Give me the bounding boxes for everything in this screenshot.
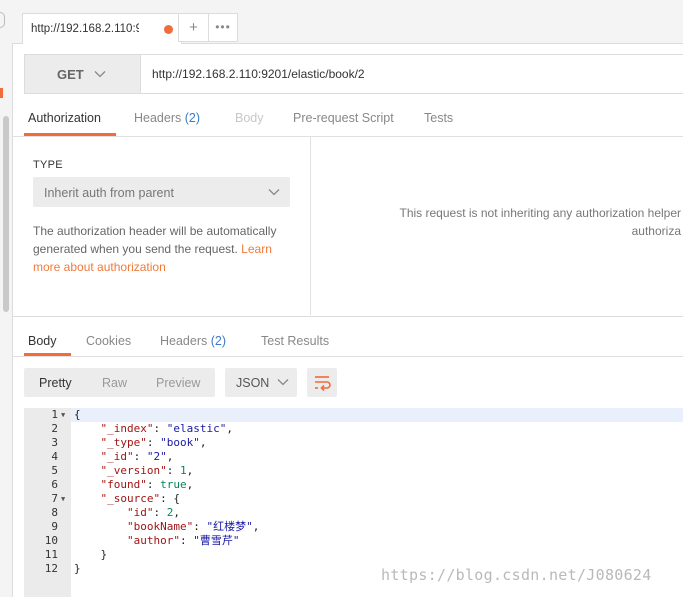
tab-prerequest-script[interactable]: Pre-request Script <box>293 111 394 125</box>
line-number: 12 <box>44 562 58 575</box>
scrollbar[interactable] <box>3 116 9 312</box>
pretty-button[interactable]: Pretty <box>39 376 72 390</box>
wrap-lines-button[interactable] <box>307 368 337 397</box>
wrap-lines-icon <box>315 376 331 392</box>
auth-description-text: The authorization header will be automat… <box>33 224 277 256</box>
code-line: } <box>74 562 81 575</box>
tab-headers-count: (2) <box>184 111 201 125</box>
tab-authorization[interactable]: Authorization <box>28 111 101 125</box>
fold-toggle-icon[interactable]: ▼ <box>61 492 69 506</box>
code-line: } <box>74 548 108 561</box>
chevron-down-icon <box>268 189 280 196</box>
code-line: "bookName": "红楼梦", <box>126 520 260 533</box>
auth-message-line2: authoriza <box>631 224 681 238</box>
body-toolbar: Pretty Raw Preview JSON <box>24 368 683 398</box>
auth-message-line1: This request is not inheriting any autho… <box>399 206 682 220</box>
selection-marker <box>0 88 3 98</box>
tab-headers[interactable]: Headers (2) <box>134 111 200 125</box>
tab-response-headers-count: (2) <box>210 334 227 348</box>
chevron-down-icon <box>94 71 106 78</box>
fold-toggle-icon[interactable]: ▼ <box>61 408 69 422</box>
auth-description: The authorization header will be automat… <box>33 222 293 276</box>
tab-bar: http://192.168.2.110:9201/elastic/book/2… <box>12 0 683 44</box>
new-tab-button[interactable]: + <box>178 13 209 42</box>
tab-response-body[interactable]: Body <box>28 334 57 348</box>
raw-button[interactable]: Raw <box>102 376 127 390</box>
auth-message: This request is not inheriting any autho… <box>341 204 682 240</box>
format-toggle: Pretty Raw Preview <box>24 368 215 397</box>
watermark: https://blog.csdn.net/J080624 <box>381 566 652 584</box>
language-value: JSON <box>236 376 270 390</box>
auth-type-select[interactable]: Inherit auth from parent <box>33 177 290 207</box>
active-line-highlight <box>71 408 683 422</box>
line-number: 10 <box>44 534 58 547</box>
active-tab-indicator <box>24 133 116 136</box>
auth-type-value: Inherit auth from parent <box>44 186 174 200</box>
line-number: 7 <box>51 492 58 505</box>
url-input[interactable]: http://192.168.2.110:9201/elastic/book/2 <box>152 67 365 81</box>
method-label: GET <box>57 67 84 82</box>
code-line: "_source": { <box>100 492 180 505</box>
code-line: "_index": "elastic", <box>100 422 233 435</box>
code-line: "_type": "book", <box>100 436 207 449</box>
unsaved-dot-icon <box>164 25 173 34</box>
code-line: "id": 2, <box>126 506 180 519</box>
tab-cookies[interactable]: Cookies <box>86 334 131 348</box>
panel-edge-icon <box>0 12 5 28</box>
line-number: 11 <box>44 548 58 561</box>
line-number: 3 <box>51 436 58 449</box>
line-number: 6 <box>51 478 58 491</box>
tab-response-headers[interactable]: Headers (2) <box>160 334 226 348</box>
method-select[interactable]: GET <box>25 55 141 93</box>
tab-headers-label: Headers <box>134 111 182 125</box>
line-number: 1 <box>51 408 58 421</box>
code-line: "found": true, <box>100 478 194 491</box>
auth-info-panel: This request is not inheriting any autho… <box>311 137 683 315</box>
tab-body[interactable]: Body <box>235 111 264 125</box>
code-line: "_id": "2", <box>100 450 174 463</box>
line-number: 2 <box>51 422 58 435</box>
request-tab[interactable]: http://192.168.2.110:9201/elastic/book/2 <box>22 13 182 44</box>
tab-response-headers-label: Headers <box>160 334 208 348</box>
active-response-tab-indicator <box>24 353 71 356</box>
line-number: 5 <box>51 464 58 477</box>
auth-settings-panel: TYPE Inherit auth from parent The author… <box>12 137 311 315</box>
tab-tests[interactable]: Tests <box>424 111 453 125</box>
code-line: "_version": 1, <box>100 464 194 477</box>
response-divider[interactable] <box>12 316 683 317</box>
request-tabs: Authorization Headers (2) Body Pre-reque… <box>12 102 683 137</box>
response-tabs: Body Cookies Headers (2) Test Results <box>12 325 683 357</box>
request-tab-title: http://192.168.2.110:9201/elastic/book/2 <box>31 23 139 35</box>
chevron-down-icon <box>277 379 289 386</box>
tab-test-results[interactable]: Test Results <box>261 334 329 348</box>
line-number: 4 <box>51 450 58 463</box>
type-label: TYPE <box>33 159 63 171</box>
url-bar: GET http://192.168.2.110:9201/elastic/bo… <box>24 54 683 94</box>
more-tabs-button[interactable]: ••• <box>208 13 238 42</box>
language-select[interactable]: JSON <box>225 368 297 397</box>
line-number: 8 <box>51 506 58 519</box>
code-line: { <box>74 408 81 421</box>
code-line: "author": "曹雪芹" <box>126 534 240 547</box>
line-number: 9 <box>51 520 58 533</box>
preview-button[interactable]: Preview <box>156 376 200 390</box>
